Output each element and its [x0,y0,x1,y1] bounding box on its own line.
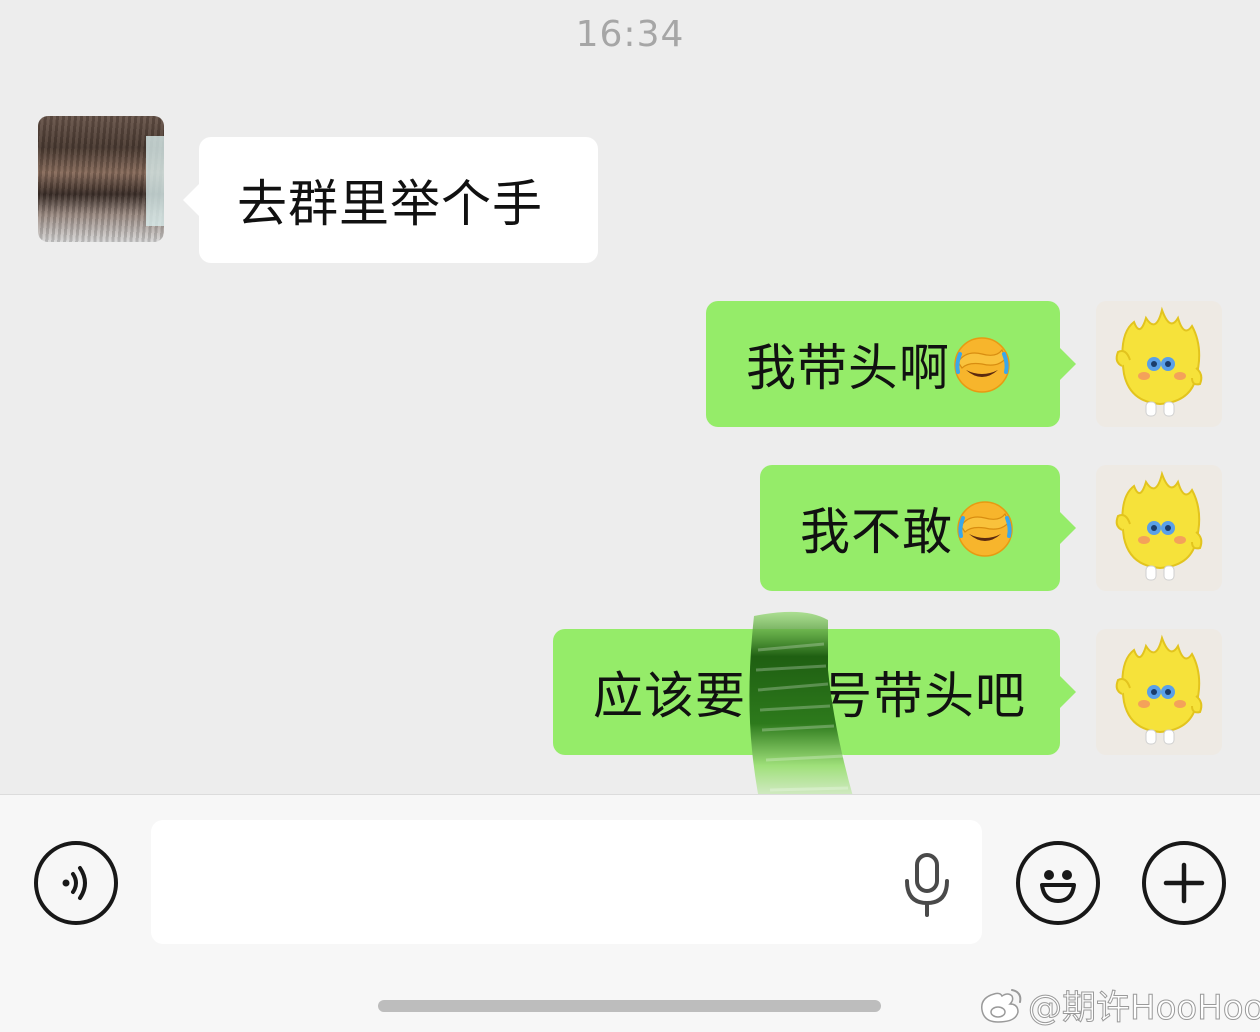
self-avatar[interactable] [1096,629,1222,755]
incoming-message-bubble[interactable]: 去群里举个手 [183,137,598,263]
facepalm-crying-emoji-icon [954,337,1010,393]
yellow-mascot-avatar-icon [1115,634,1203,745]
yellow-mascot-avatar-icon [1115,470,1203,581]
voice-mode-icon [62,866,87,900]
watermark-text: @期许HooHoo [1027,988,1260,1029]
message-input[interactable] [151,820,982,944]
peer-avatar[interactable] [38,116,164,242]
plus-icon [1163,862,1205,904]
more-options-button[interactable] [1142,841,1226,925]
watermark: @期许HooHoo [978,980,1260,1029]
outgoing-message-bubble[interactable]: 我带头啊 [706,301,1076,427]
microphone-icon[interactable] [900,853,954,917]
chat-area[interactable]: 16:34 去群里举个手 我带头啊 我不敢 应该要 号带头吧 [0,0,1260,794]
weibo-logo-icon [981,988,1022,1023]
emoji-button[interactable] [1016,841,1100,925]
facepalm-crying-emoji-icon [957,501,1013,557]
self-avatar[interactable] [1096,301,1222,427]
message-text-continued: 号带头吧 [822,667,1026,725]
yellow-mascot-avatar-icon [1115,306,1203,417]
home-indicator[interactable] [378,1000,881,1012]
message-text: 应该要 [593,667,746,725]
message-timestamp: 16:34 [575,14,685,55]
outgoing-message-bubble[interactable]: 应该要 号带头吧 [553,629,1076,755]
message-text: 去群里举个手 [237,175,543,233]
emoji-face-icon [1040,870,1076,903]
voice-mode-button[interactable] [34,841,118,925]
self-avatar[interactable] [1096,465,1222,591]
message-text: 我带头啊 [746,339,950,397]
message-text: 我不敢 [800,503,953,561]
outgoing-message-bubble[interactable]: 我不敢 [760,465,1076,591]
